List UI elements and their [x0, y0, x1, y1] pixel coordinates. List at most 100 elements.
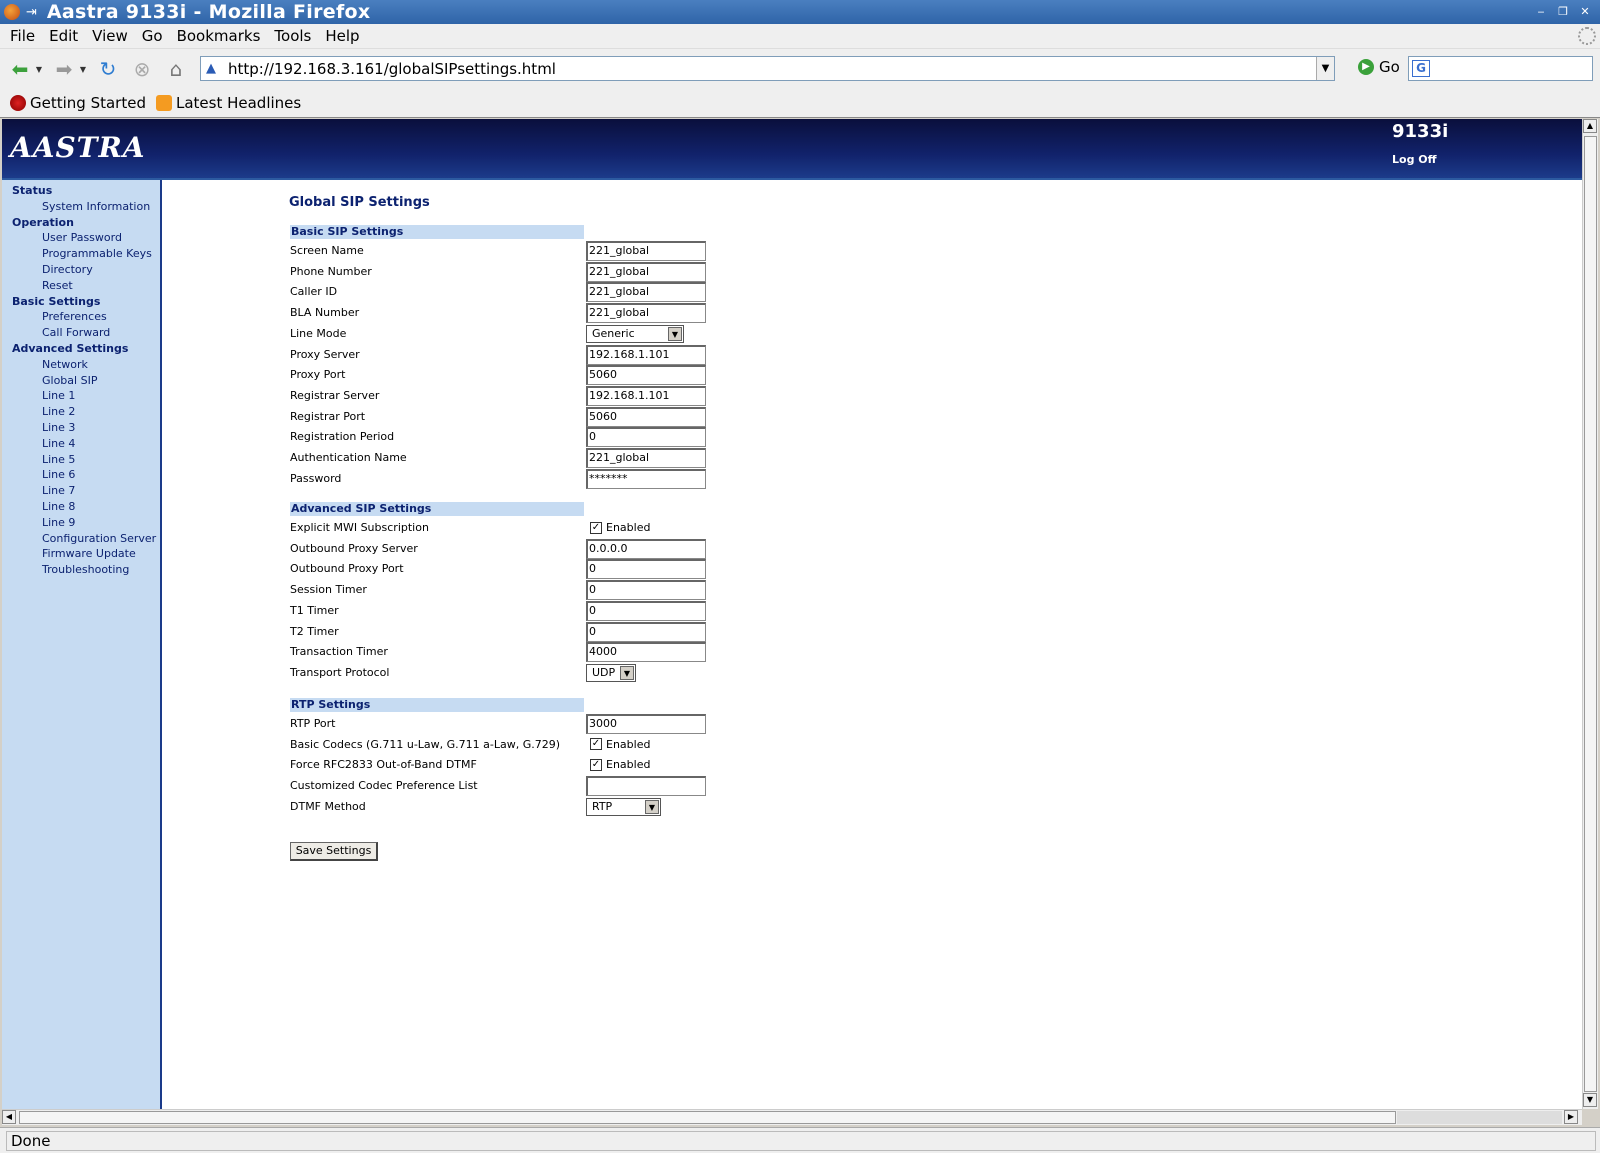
dtmf-method-select[interactable]: RTP ▼ [586, 797, 661, 816]
sidebar-item-line-8[interactable]: Line 8 [42, 500, 75, 513]
maximize-icon[interactable]: ❐ [1554, 3, 1572, 20]
logoff-link[interactable]: Log Off [1392, 153, 1437, 166]
sidebar-item-troubleshooting[interactable]: Troubleshooting [42, 563, 129, 576]
line-mode-select[interactable]: Generic ▼ [586, 324, 684, 343]
reload-icon[interactable]: ↻ [94, 55, 122, 83]
chevron-down-icon[interactable]: ▼ [620, 665, 634, 680]
forward-arrow-icon[interactable]: ➡ [50, 55, 78, 83]
proxy-port-field[interactable]: 5060 [586, 365, 706, 386]
menu-bookmarks[interactable]: Bookmarks [177, 27, 261, 45]
menu-tools[interactable]: Tools [274, 27, 311, 45]
scroll-right-arrow-icon[interactable]: ▶ [1564, 1110, 1578, 1124]
save-settings-button[interactable]: Save Settings [290, 842, 378, 861]
back-dropdown-icon[interactable]: ▼ [34, 55, 44, 83]
session-timer-field[interactable]: 0 [586, 580, 706, 601]
sidebar-item-line-7[interactable]: Line 7 [42, 484, 75, 497]
bookmark-getting-started[interactable]: Getting Started [10, 94, 146, 112]
horizontal-scroll-track[interactable] [1397, 1111, 1562, 1124]
back-arrow-icon[interactable]: ⬅ [6, 55, 34, 83]
vertical-scroll-thumb[interactable] [1584, 136, 1597, 1092]
horizontal-scroll-thumb[interactable] [19, 1111, 1396, 1124]
menu-help[interactable]: Help [325, 27, 359, 45]
proxy-server-field[interactable]: 192.168.1.101 [586, 344, 706, 365]
sidebar-item-global-sip[interactable]: Global SIP [42, 374, 97, 387]
phone-number-field[interactable]: 221_global [586, 261, 706, 282]
sidebar-item-line-9[interactable]: Line 9 [42, 516, 75, 529]
explicit-mwi-subscription-checkbox[interactable]: ✓ Enabled [590, 521, 650, 534]
sidebar-item-configuration-server[interactable]: Configuration Server [42, 532, 156, 545]
sidebar-item-line-3[interactable]: Line 3 [42, 421, 75, 434]
scroll-left-arrow-icon[interactable]: ◀ [2, 1110, 16, 1124]
registrar-server-field[interactable]: 192.168.1.101 [586, 385, 706, 406]
menu-go[interactable]: Go [142, 27, 163, 45]
password-field[interactable]: ******* [586, 468, 706, 489]
page-viewport: AASTRA 9133i Log Off Status System Inform… [2, 119, 1582, 1109]
home-icon[interactable]: ⌂ [162, 55, 190, 83]
registrar-port-field[interactable]: 5060 [586, 406, 706, 427]
field-label: Force RFC2833 Out-of-Band DTMF [290, 758, 477, 772]
menu-view[interactable]: View [92, 27, 128, 45]
field-label: Proxy Server [290, 347, 360, 361]
checkmark-icon[interactable]: ✓ [590, 521, 602, 534]
google-search-engine-icon[interactable]: G [1412, 60, 1430, 77]
section-header: Advanced SIP Settings [290, 502, 584, 516]
sidebar-item-firmware-update[interactable]: Firmware Update [42, 547, 136, 560]
chevron-down-icon[interactable]: ▼ [645, 799, 659, 814]
scroll-up-arrow-icon[interactable]: ▲ [1583, 119, 1597, 133]
rtp-port-field[interactable]: 3000 [586, 714, 706, 734]
sidebar-item-line-4[interactable]: Line 4 [42, 437, 75, 450]
menu-file[interactable]: File [10, 27, 35, 45]
transport-protocol-select[interactable]: UDP ▼ [586, 663, 636, 682]
sidebar-item-network[interactable]: Network [42, 358, 88, 371]
field-label: Transport Protocol [290, 665, 390, 679]
bookmark-latest-headlines[interactable]: Latest Headlines [155, 94, 301, 112]
outbound-proxy-port-field[interactable]: 0 [586, 559, 706, 580]
sidebar-item-line-5[interactable]: Line 5 [42, 453, 75, 466]
field-label: T2 Timer [290, 624, 339, 638]
transaction-timer-field[interactable]: 4000 [586, 642, 706, 663]
sidebar-item-programmable-keys[interactable]: Programmable Keys [42, 247, 152, 260]
forward-dropdown-icon[interactable]: ▼ [78, 55, 88, 83]
authentication-name-field[interactable]: 221_global [586, 448, 706, 468]
close-icon[interactable]: ✕ [1576, 3, 1594, 20]
caller-id-field[interactable]: 221_global [586, 282, 706, 303]
sidebar-item-system-information[interactable]: System Information [42, 200, 150, 213]
sidebar-item-line-1[interactable]: Line 1 [42, 389, 75, 402]
scroll-down-arrow-icon[interactable]: ▼ [1583, 1093, 1597, 1107]
url-text[interactable]: http://192.168.3.161/globalSIPsettings.h… [228, 60, 556, 78]
checkmark-icon[interactable]: ✓ [590, 758, 602, 771]
sidebar-item-directory[interactable]: Directory [42, 263, 93, 276]
sidebar-item-line-2[interactable]: Line 2 [42, 405, 75, 418]
field-label: BLA Number [290, 306, 360, 320]
sidebar-section-status: Status [12, 184, 53, 197]
sidebar-item-user-password[interactable]: User Password [42, 231, 122, 244]
registration-period-field[interactable]: 0 [586, 427, 706, 448]
sidebar-item-line-6[interactable]: Line 6 [42, 468, 75, 481]
sidebar-item-reset[interactable]: Reset [42, 279, 73, 292]
vertical-scrollbar[interactable]: ▲ ▼ [1582, 119, 1598, 1109]
customized-codec-preference-list-field[interactable] [586, 776, 706, 797]
go-button[interactable]: ▶ Go [1358, 58, 1400, 76]
pin-icon[interactable]: ⇥ [26, 5, 37, 20]
checkmark-icon[interactable]: ✓ [590, 738, 602, 751]
menu-edit[interactable]: Edit [49, 27, 78, 45]
main-content: Global SIP Settings Save Settings Basic … [162, 180, 1582, 1109]
stop-icon[interactable]: ⊗ [128, 55, 156, 83]
screen-name-field[interactable]: 221_global [586, 241, 706, 261]
address-bar[interactable]: ▲ http://192.168.3.161/globalSIPsettings… [200, 56, 1335, 81]
sidebar-item-call-forward[interactable]: Call Forward [42, 326, 110, 339]
outbound-proxy-server-field[interactable]: 0.0.0.0 [586, 538, 706, 559]
t1-timer-field[interactable]: 0 [586, 600, 706, 621]
basic-codecs-g-711-u-law-g-711-a-law-g-729-checkbox[interactable]: ✓ Enabled [590, 738, 650, 751]
bla-number-field[interactable]: 221_global [586, 303, 706, 324]
section-header: Basic SIP Settings [290, 225, 584, 239]
sidebar-item-preferences[interactable]: Preferences [42, 310, 107, 323]
sidebar-section-advanced-settings: Advanced Settings [12, 342, 129, 355]
force-rfc2833-out-of-band-dtmf-checkbox[interactable]: ✓ Enabled [590, 758, 650, 771]
t2-timer-field[interactable]: 0 [586, 621, 706, 642]
search-input[interactable]: G [1408, 56, 1593, 81]
url-history-dropdown-icon[interactable]: ▼ [1316, 57, 1334, 80]
chevron-down-icon[interactable]: ▼ [668, 326, 682, 341]
horizontal-scrollbar[interactable]: ◀ ▶ [2, 1109, 1582, 1125]
minimize-icon[interactable]: ‒ [1532, 3, 1550, 20]
